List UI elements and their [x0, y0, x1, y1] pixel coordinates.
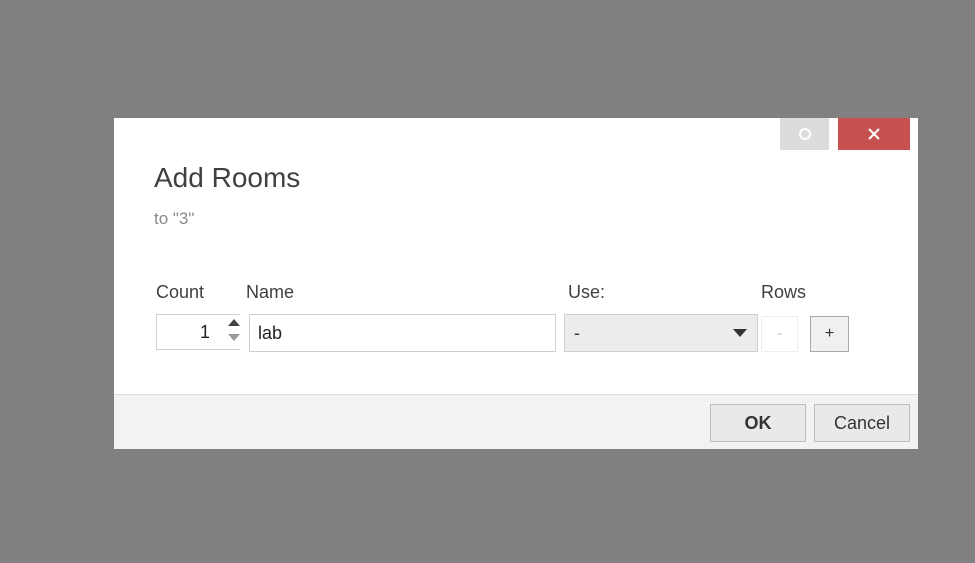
close-icon [868, 128, 880, 140]
use-column-label: Use: [568, 282, 606, 302]
use-select[interactable]: - [564, 314, 758, 352]
add-rooms-dialog: Add Rooms to "3" Count Name Use: Rows 1 … [114, 118, 918, 449]
remove-row-button[interactable]: - [761, 316, 798, 352]
close-button[interactable] [838, 118, 910, 150]
dialog-subtitle: to "3" [154, 209, 195, 228]
dialog-footer: OK Cancel [114, 394, 918, 449]
name-input[interactable] [249, 314, 556, 352]
count-spinner [226, 317, 240, 347]
count-value[interactable]: 1 [200, 322, 210, 343]
spin-down-icon[interactable] [228, 334, 240, 341]
cancel-button[interactable]: Cancel [814, 404, 910, 442]
rows-column-label: Rows [761, 282, 807, 302]
chevron-down-icon [733, 329, 747, 337]
use-selected-value: - [574, 323, 580, 343]
name-column-label: Name [246, 282, 295, 302]
spin-up-icon[interactable] [228, 319, 240, 326]
circle-icon [798, 128, 811, 140]
add-row-button[interactable]: + [810, 316, 849, 352]
count-column-label: Count [156, 282, 205, 302]
count-stepper[interactable]: 1 [156, 314, 240, 350]
dialog-title: Add Rooms [154, 162, 301, 193]
ok-button[interactable]: OK [710, 404, 806, 442]
restore-button[interactable] [780, 118, 829, 150]
